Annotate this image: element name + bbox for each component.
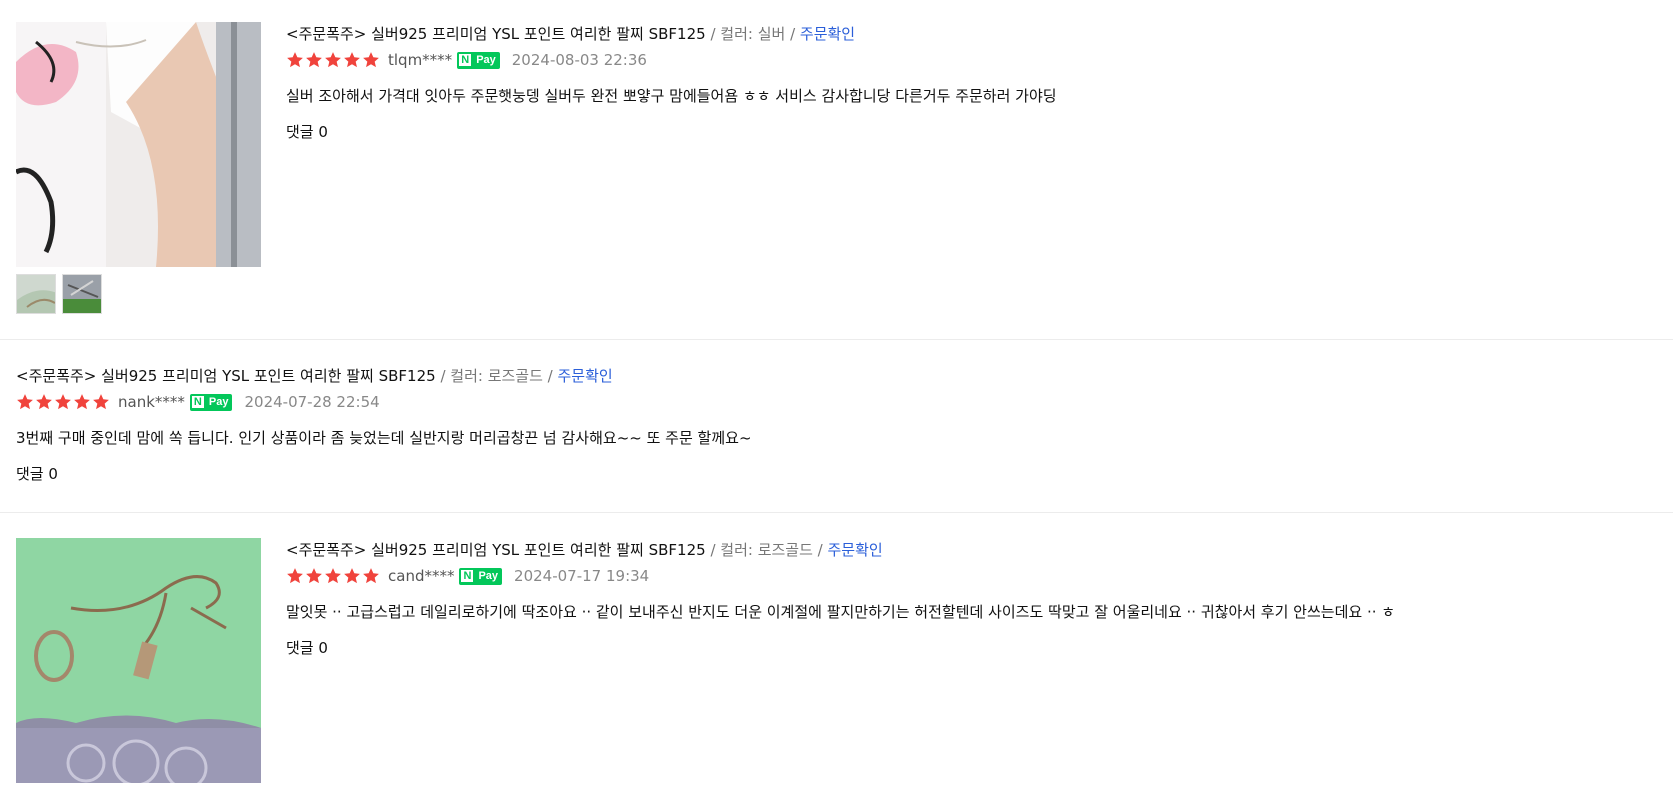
separator: / [785,25,800,43]
review-date: 2024-07-17 19:34 [514,567,650,585]
product-option: 컬러: 실버 [720,25,786,43]
star-icon [363,568,379,584]
order-confirm-link[interactable]: 주문확인 [557,367,612,385]
review-date: 2024-07-28 22:54 [244,393,380,411]
product-info: <주문폭주> 실버925 프리미엄 YSL 포인트 여리한 팔찌 SBF125 … [16,366,752,386]
reviewer-id: cand**** [388,567,455,585]
review-text: 말잇못 ·· 고급스럽고 데일리로하기에 딱조아요 ·· 같이 보내주신 반지도… [286,603,1396,621]
review-text: 3번째 구매 중인데 맘에 쏙 듭니다. 인기 상품이라 좀 늦었는데 실반지랑… [16,429,752,447]
star-icon [93,394,109,410]
comments-link[interactable]: 댓글 0 [286,122,1057,142]
product-name: <주문폭주> 실버925 프리미엄 YSL 포인트 여리한 팔찌 SBF125 [286,25,706,43]
review-meta: nank**** N Pay 2024-07-28 22:54 [16,392,752,412]
review-photo[interactable] [16,22,261,267]
npay-n-icon: N [459,54,472,66]
npay-label: Pay [208,396,229,408]
star-icon [17,394,33,410]
npay-badge: N Pay [457,51,500,69]
review-meta: cand**** N Pay 2024-07-17 19:34 [286,566,1395,586]
divider [0,339,1673,340]
star-rating [286,51,380,69]
review-content: <주문폭주> 실버925 프리미엄 YSL 포인트 여리한 팔찌 SBF125 … [16,366,752,484]
npay-badge: N Pay [459,567,503,585]
comments-link[interactable]: 댓글 0 [286,638,1395,658]
product-info: <주문폭주> 실버925 프리미엄 YSL 포인트 여리한 팔찌 SBF125 … [286,24,1057,44]
star-icon [344,568,360,584]
reviewer-id: tlqm**** [388,51,453,69]
review-meta: tlqm**** N Pay 2024-08-03 22:36 [286,50,1057,70]
star-icon [363,52,379,68]
separator: / [812,541,828,559]
product-name: <주문폭주> 실버925 프리미엄 YSL 포인트 여리한 팔찌 SBF125 [16,367,436,385]
star-icon [306,52,322,68]
npay-label: Pay [476,54,496,66]
npay-n-icon: N [461,570,474,582]
product-option: 컬러: 로즈골드 [450,367,543,385]
review-thumbnail[interactable] [62,274,102,314]
star-icon [306,568,322,584]
star-icon [325,52,341,68]
review-content: <주문폭주> 실버925 프리미엄 YSL 포인트 여리한 팔찌 SBF125 … [286,24,1057,142]
star-icon [325,568,341,584]
star-rating [16,393,110,411]
star-icon [344,52,360,68]
star-icon [55,394,71,410]
star-icon [287,568,303,584]
divider [0,512,1673,513]
separator: / [705,541,721,559]
review-photo[interactable] [16,538,261,783]
npay-badge: N Pay [189,393,233,411]
order-confirm-link[interactable]: 주문확인 [800,25,855,43]
reviewer-id: nank**** [118,393,185,411]
review-content: <주문폭주> 실버925 프리미엄 YSL 포인트 여리한 팔찌 SBF125 … [286,540,1395,658]
product-name: <주문폭주> 실버925 프리미엄 YSL 포인트 여리한 팔찌 SBF125 [286,541,706,559]
star-icon [74,394,90,410]
star-icon [36,394,52,410]
separator: / [705,25,721,43]
comments-link[interactable]: 댓글 0 [16,464,752,484]
separator: / [542,367,558,385]
npay-n-icon: N [191,396,204,408]
product-info: <주문폭주> 실버925 프리미엄 YSL 포인트 여리한 팔찌 SBF125 … [286,540,1395,560]
star-rating [286,567,380,585]
product-option: 컬러: 로즈골드 [720,541,813,559]
review-text: 실버 조아해서 가격대 잇아두 주문햇눙뎅 실버두 완전 뽀얗구 맘에들어욤 ㅎ… [286,87,1057,105]
review-thumbnail[interactable] [16,274,56,314]
order-confirm-link[interactable]: 주문확인 [827,541,882,559]
star-icon [287,52,303,68]
separator: / [435,367,451,385]
review-date: 2024-08-03 22:36 [511,51,647,69]
npay-label: Pay [478,570,499,582]
